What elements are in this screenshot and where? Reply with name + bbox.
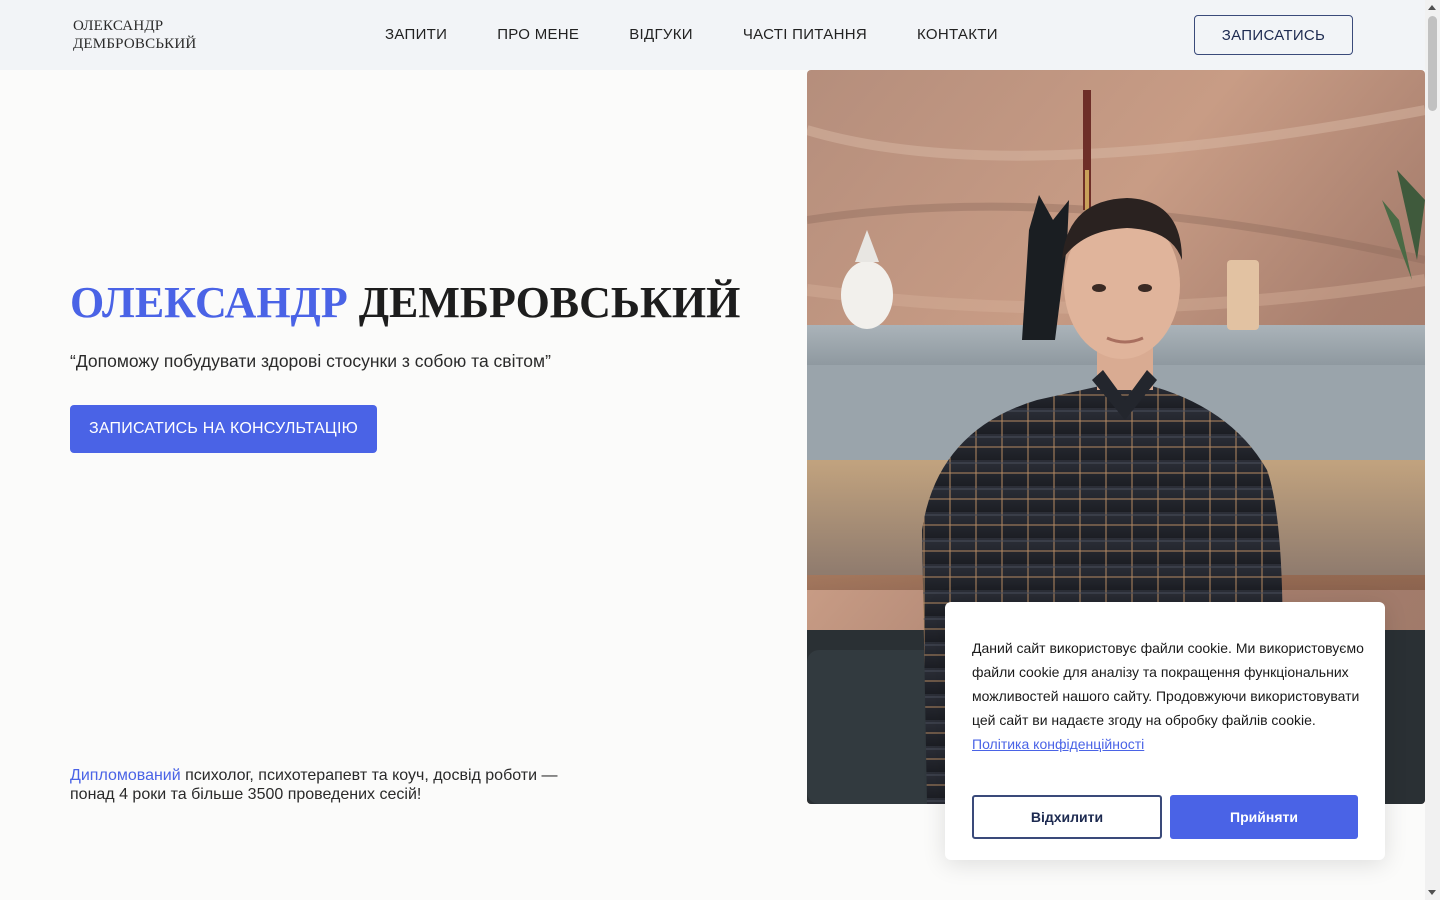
scroll-up-arrow-icon[interactable] [1428,5,1436,10]
hero-quote: “Допоможу побудувати здорові стосунки з … [70,351,551,371]
cookie-text: Даний сайт використовує файли cookie. Ми… [972,636,1367,756]
site-logo[interactable]: ОЛЕКСАНДР ДЕМБРОВСЬКИЙ [73,17,196,53]
hero-first-name: ОЛЕКСАНДР [70,278,348,327]
hero-last-name: ДЕМБРОВСЬКИЙ [358,278,741,327]
hero-title: ОЛЕКСАНДР ДЕМБРОВСЬКИЙ [70,278,740,328]
cookie-accept-button[interactable]: Прийняти [1170,795,1358,839]
cookie-banner: Даний сайт використовує файли cookie. Ми… [945,602,1385,860]
scroll-down-arrow-icon[interactable] [1428,890,1436,895]
nav-item-contacts[interactable]: КОНТАКТИ [917,26,998,43]
nav-item-about[interactable]: ПРО МЕНЕ [497,26,579,43]
nav-item-reviews[interactable]: ВІДГУКИ [629,26,693,43]
bio-text-line1: психолог, психотерапевт та коуч, досвід … [180,767,558,784]
nav-item-faq[interactable]: ЧАСТІ ПИТАННЯ [743,26,867,43]
header-signup-button[interactable]: ЗАПИСАТИСЬ [1194,15,1353,55]
scrollbar-thumb[interactable] [1428,16,1437,111]
book-consultation-button[interactable]: ЗАПИСАТИСЬ НА КОНСУЛЬТАЦІЮ [70,405,377,453]
bio-accent-word: Дипломований [70,767,181,784]
logo-line-last: ДЕМБРОВСЬКИЙ [73,36,197,52]
cookie-decline-button[interactable]: Відхилити [972,795,1162,839]
logo-line-first: ОЛЕКСАНДР [73,18,164,34]
cookie-message: Даний сайт використовує файли cookie. Ми… [972,640,1364,728]
main-nav: ЗАПИТИ ПРО МЕНЕ ВІДГУКИ ЧАСТІ ПИТАННЯ КО… [385,26,1048,43]
hero-bio: Дипломований психолог, психотерапевт та … [70,766,590,804]
bio-text-line2: понад 4 роки та більше 3500 проведених с… [70,786,422,803]
privacy-policy-link[interactable]: Політика конфіденційності [972,736,1144,752]
site-header: ОЛЕКСАНДР ДЕМБРОВСЬКИЙ ЗАПИТИ ПРО МЕНЕ В… [0,0,1425,70]
page-scrollbar[interactable] [1425,0,1440,900]
nav-item-requests[interactable]: ЗАПИТИ [385,26,447,43]
